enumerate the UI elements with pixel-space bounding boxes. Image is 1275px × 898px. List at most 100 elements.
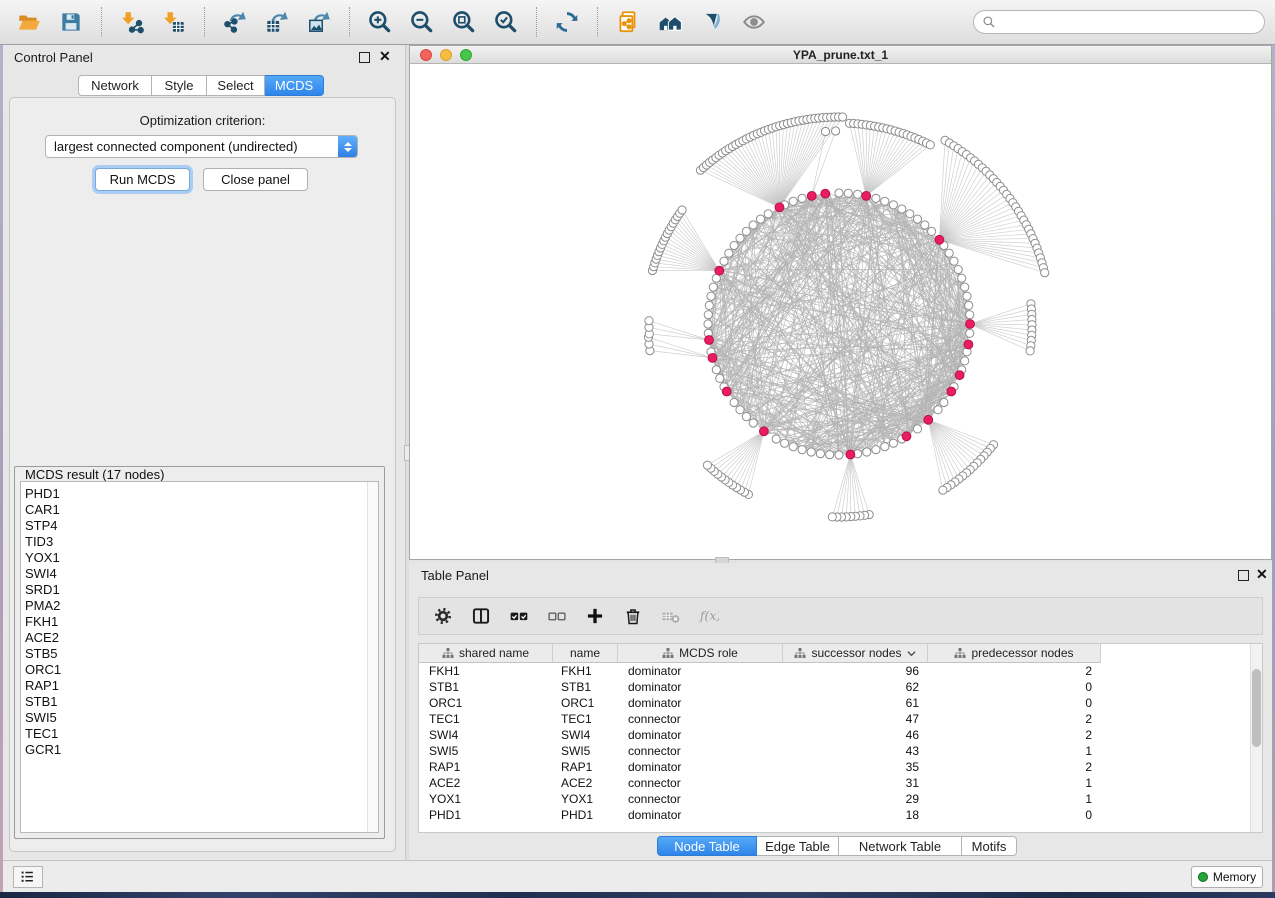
mcds-result-item[interactable]: ACE2 xyxy=(21,630,378,646)
toolbar-button-open-session[interactable] xyxy=(11,5,47,39)
mcds-result-item[interactable]: GCR1 xyxy=(21,742,378,758)
cell-name[interactable]: RAP1 xyxy=(553,760,618,774)
tab-mcds[interactable]: MCDS xyxy=(265,75,324,96)
graph-node[interactable] xyxy=(730,398,738,406)
table-row[interactable]: FKH1FKH1dominator962 xyxy=(419,663,1251,679)
search-input[interactable] xyxy=(1001,14,1256,30)
cell-predecessor_nodes[interactable]: 2 xyxy=(928,664,1101,678)
select-stepper-icon[interactable] xyxy=(338,136,357,157)
graph-node[interactable] xyxy=(730,241,738,249)
graph-node[interactable] xyxy=(963,292,971,300)
table-row[interactable]: STB1STB1dominator620 xyxy=(419,679,1251,695)
toolbar-button-zoom-in[interactable] xyxy=(362,5,398,39)
toolbar-button-save-session[interactable] xyxy=(53,5,89,39)
graph-hub-node[interactable] xyxy=(955,371,964,380)
graph-hub-node[interactable] xyxy=(775,203,784,212)
graph-node[interactable] xyxy=(835,451,843,459)
cell-mcds_role[interactable]: connector xyxy=(618,744,783,758)
graph-node[interactable] xyxy=(863,448,871,456)
graph-node[interactable] xyxy=(703,461,711,469)
cell-successor_nodes[interactable]: 47 xyxy=(783,712,928,726)
cell-name[interactable]: SWI5 xyxy=(553,744,618,758)
network-graph[interactable] xyxy=(410,64,1271,559)
mcds-result-item[interactable]: STB1 xyxy=(21,694,378,710)
graph-node[interactable] xyxy=(678,206,686,214)
cell-predecessor_nodes[interactable]: 2 xyxy=(928,760,1101,774)
cell-name[interactable]: ORC1 xyxy=(553,696,618,710)
mcds-result-item[interactable]: SWI5 xyxy=(21,710,378,726)
graph-node[interactable] xyxy=(816,450,824,458)
graph-node[interactable] xyxy=(781,439,789,447)
graph-node[interactable] xyxy=(950,257,958,265)
control-panel-close-button[interactable]: ✕ xyxy=(379,51,391,62)
toolbar-button-zoom-fit[interactable] xyxy=(446,5,482,39)
cell-name[interactable]: SWI4 xyxy=(553,728,618,742)
mcds-result-item[interactable]: ORC1 xyxy=(21,662,378,678)
toolbar-button-zoom-out[interactable] xyxy=(404,5,440,39)
cell-mcds_role[interactable]: dominator xyxy=(618,664,783,678)
mcds-result-item[interactable]: STP4 xyxy=(21,518,378,534)
tab-node-table[interactable]: Node Table xyxy=(657,836,757,856)
graph-node[interactable] xyxy=(749,419,757,427)
table-row[interactable]: ACE2ACE2connector311 xyxy=(419,775,1251,791)
graph-node[interactable] xyxy=(913,425,921,433)
graph-node[interactable] xyxy=(798,194,806,202)
search-box[interactable] xyxy=(973,10,1265,34)
graph-node[interactable] xyxy=(954,266,962,274)
cell-successor_nodes[interactable]: 96 xyxy=(783,664,928,678)
cell-shared_name[interactable]: FKH1 xyxy=(419,664,553,678)
tab-motifs[interactable]: Motifs xyxy=(962,836,1017,856)
cell-mcds_role[interactable]: connector xyxy=(618,792,783,806)
table-scrollbar-thumb[interactable] xyxy=(1252,669,1261,747)
graph-hub-node[interactable] xyxy=(708,354,717,363)
graph-node[interactable] xyxy=(749,221,757,229)
graph-node[interactable] xyxy=(742,413,750,421)
tab-edge-table[interactable]: Edge Table xyxy=(757,836,839,856)
cell-successor_nodes[interactable]: 61 xyxy=(783,696,928,710)
mcds-result-item[interactable]: TEC1 xyxy=(21,726,378,742)
table-toolbar-button-add-column[interactable] xyxy=(584,605,606,627)
table-row[interactable]: YOX1YOX1connector291 xyxy=(419,791,1251,807)
cell-successor_nodes[interactable]: 18 xyxy=(783,808,928,822)
cell-name[interactable]: FKH1 xyxy=(553,664,618,678)
graph-hub-node[interactable] xyxy=(807,192,816,201)
cell-mcds_role[interactable]: dominator xyxy=(618,728,783,742)
table-panel-float-button[interactable] xyxy=(1238,570,1249,581)
column-header-name[interactable]: name xyxy=(553,644,618,663)
mcds-result-item[interactable]: RAP1 xyxy=(21,678,378,694)
graph-node[interactable] xyxy=(704,320,712,328)
graph-hub-node[interactable] xyxy=(760,427,769,436)
toolbar-button-import-table[interactable] xyxy=(156,5,192,39)
graph-node[interactable] xyxy=(821,127,829,135)
graph-node[interactable] xyxy=(844,189,852,197)
network-canvas[interactable] xyxy=(410,64,1271,559)
cell-mcds_role[interactable]: dominator xyxy=(618,696,783,710)
cell-predecessor_nodes[interactable]: 0 xyxy=(928,696,1101,710)
cell-successor_nodes[interactable]: 31 xyxy=(783,776,928,790)
cell-mcds_role[interactable]: dominator xyxy=(618,808,783,822)
graph-node[interactable] xyxy=(712,366,720,374)
cell-mcds_role[interactable]: dominator xyxy=(618,760,783,774)
graph-node[interactable] xyxy=(854,190,862,198)
graph-node[interactable] xyxy=(965,301,973,309)
cell-successor_nodes[interactable]: 29 xyxy=(783,792,928,806)
graph-node[interactable] xyxy=(966,329,974,337)
graph-hub-node[interactable] xyxy=(964,340,973,349)
graph-node[interactable] xyxy=(889,439,897,447)
graph-node[interactable] xyxy=(928,227,936,235)
mcds-result-list[interactable]: PHD1CAR1STP4TID3YOX1SWI4SRD1PMA2FKH1ACE2… xyxy=(20,481,379,833)
table-vertical-scrollbar[interactable] xyxy=(1250,644,1262,832)
graph-node[interactable] xyxy=(789,443,797,451)
cell-mcds_role[interactable]: connector xyxy=(618,776,783,790)
mcds-result-item[interactable]: STB5 xyxy=(21,646,378,662)
graph-node[interactable] xyxy=(926,141,934,149)
optimization-criterion-select[interactable]: largest connected component (undirected) xyxy=(45,135,358,158)
graph-node[interactable] xyxy=(945,249,953,257)
graph-hub-node[interactable] xyxy=(846,450,855,459)
graph-node[interactable] xyxy=(742,227,750,235)
mcds-result-item[interactable]: PMA2 xyxy=(21,598,378,614)
graph-node[interactable] xyxy=(798,446,806,454)
graph-hub-node[interactable] xyxy=(705,336,714,345)
graph-node[interactable] xyxy=(934,406,942,414)
cell-successor_nodes[interactable]: 46 xyxy=(783,728,928,742)
